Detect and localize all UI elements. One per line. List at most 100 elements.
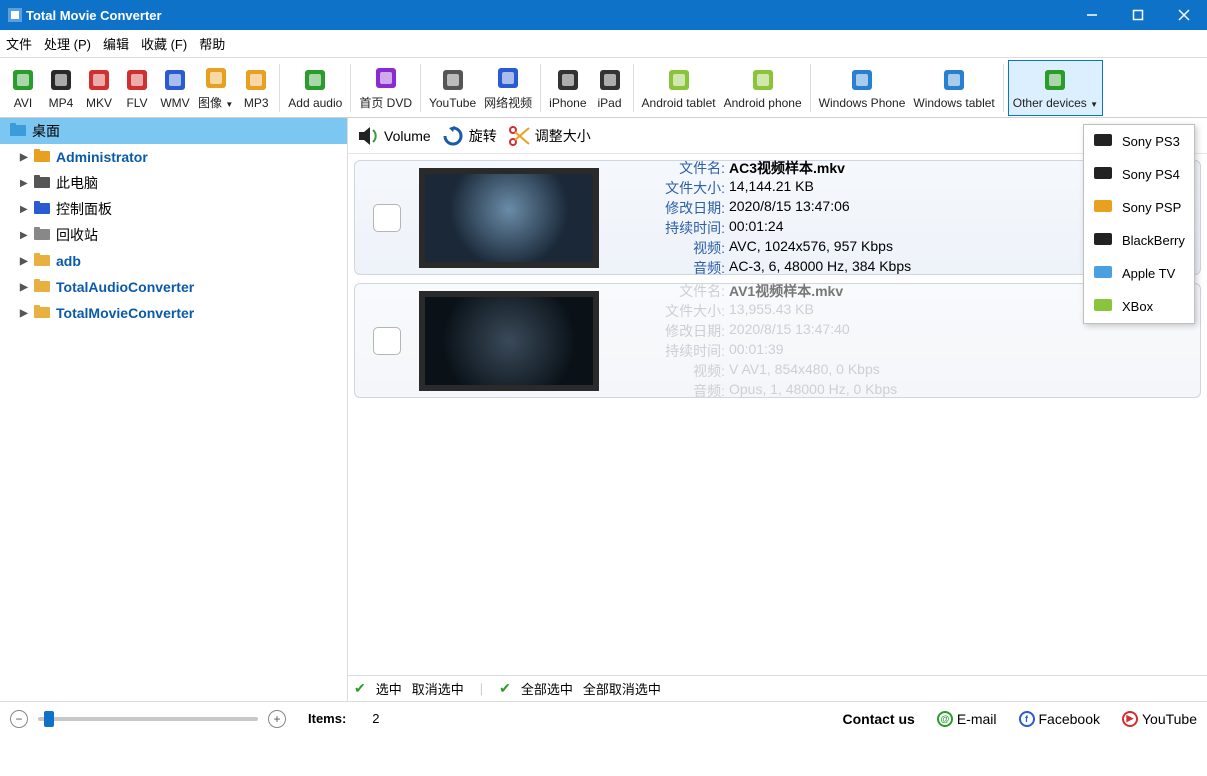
- mp4-icon: [47, 66, 75, 94]
- youtube-link[interactable]: ▶YouTube: [1122, 711, 1197, 727]
- video-thumbnail: [419, 168, 599, 268]
- tree-item-1[interactable]: ▶Administrator: [0, 144, 347, 170]
- tool-iphone[interactable]: iPhone: [545, 60, 590, 116]
- resize-button[interactable]: 调整大小: [507, 124, 591, 148]
- rotate-label: 旋转: [469, 126, 497, 146]
- select-button[interactable]: 选中: [376, 679, 402, 698]
- wintab-icon: [940, 66, 968, 94]
- folder-icon: [34, 279, 52, 295]
- zoom-in-button[interactable]: +: [268, 710, 286, 728]
- file-card[interactable]: 文件名:AV1视频样本.mkv 文件大小:13,955.43 KB 修改日期:2…: [354, 283, 1201, 398]
- tool-flv[interactable]: FLV: [118, 60, 156, 116]
- device-icon: [1092, 165, 1116, 185]
- dropdown-item-sony-ps4[interactable]: Sony PS4: [1084, 158, 1194, 191]
- menu-help[interactable]: 帮助: [199, 34, 225, 53]
- tool-mp3[interactable]: MP3: [237, 60, 275, 116]
- tree-item-7[interactable]: ▶TotalMovieConverter: [0, 300, 347, 326]
- unselect-all-button[interactable]: 全部取消选中: [583, 679, 661, 698]
- zoom-slider[interactable]: [38, 717, 258, 721]
- dropdown-item-sony-psp[interactable]: Sony PSP: [1084, 191, 1194, 224]
- tool-otherdev[interactable]: Other devices ▼: [1008, 60, 1103, 116]
- unselect-button[interactable]: 取消选中: [412, 679, 464, 698]
- volume-label: Volume: [384, 128, 431, 144]
- image-icon: [202, 64, 230, 92]
- tool-avi[interactable]: AVI: [4, 60, 42, 116]
- volume-button[interactable]: Volume: [356, 124, 431, 148]
- tool-winphone[interactable]: Windows Phone: [815, 60, 910, 116]
- other-devices-dropdown: Sony PS3Sony PS4Sony PSPBlackBerryApple …: [1083, 124, 1195, 324]
- device-icon: [1092, 264, 1116, 284]
- expand-arrow-icon: ▶: [20, 178, 34, 189]
- tool-webvideo[interactable]: 网络视频: [480, 60, 536, 116]
- avi-icon: [9, 66, 37, 94]
- youtube-icon: [439, 66, 467, 94]
- items-count: 2: [372, 711, 379, 726]
- expand-arrow-icon: ▶: [20, 308, 34, 319]
- tool-youtube[interactable]: YouTube: [425, 60, 480, 116]
- contact-us-link[interactable]: Contact us: [842, 711, 914, 727]
- pc-icon: [34, 175, 52, 191]
- scissors-icon: [507, 124, 531, 148]
- menu-process[interactable]: 处理 (P): [44, 34, 91, 53]
- tool-andphone[interactable]: Android phone: [720, 60, 806, 116]
- maximize-button[interactable]: [1115, 0, 1161, 30]
- tree-item-5[interactable]: ▶adb: [0, 248, 347, 274]
- mp3-icon: [242, 66, 270, 94]
- file-card[interactable]: 文件名:AC3视频样本.mkv 文件大小:14,144.21 KB 修改日期:2…: [354, 160, 1201, 275]
- expand-arrow-icon: ▶: [20, 256, 34, 267]
- webvideo-icon: [494, 64, 522, 92]
- file-metadata: 文件名:AV1视频样本.mkv 文件大小:13,955.43 KB 修改日期:2…: [659, 281, 897, 401]
- recycle-icon: [34, 227, 52, 243]
- tool-wintab[interactable]: Windows tablet: [909, 60, 998, 116]
- tool-ipad[interactable]: iPad: [591, 60, 629, 116]
- tree-item-4[interactable]: ▶回收站: [0, 222, 347, 248]
- control-icon: [34, 201, 52, 217]
- email-link[interactable]: @E-mail: [937, 711, 997, 727]
- dropdown-item-xbox[interactable]: XBox: [1084, 290, 1194, 323]
- dropdown-item-sony-ps3[interactable]: Sony PS3: [1084, 125, 1194, 158]
- video-thumbnail: [419, 291, 599, 391]
- speaker-icon: [356, 124, 380, 148]
- andtab-icon: [665, 66, 693, 94]
- close-button[interactable]: [1161, 0, 1207, 30]
- file-checkbox[interactable]: [373, 327, 401, 355]
- facebook-link[interactable]: fFacebook: [1019, 711, 1100, 727]
- tool-homedvd[interactable]: 首页 DVD: [355, 60, 416, 116]
- dropdown-item-apple-tv[interactable]: Apple TV: [1084, 257, 1194, 290]
- file-metadata: 文件名:AC3视频样本.mkv 文件大小:14,144.21 KB 修改日期:2…: [659, 158, 911, 278]
- folder-tree-sidebar: 桌面▶Administrator▶此电脑▶控制面板▶回收站▶adb▶TotalA…: [0, 118, 348, 701]
- winphone-icon: [848, 66, 876, 94]
- menu-file[interactable]: 文件: [6, 34, 32, 53]
- tree-item-3[interactable]: ▶控制面板: [0, 196, 347, 222]
- flv-icon: [123, 66, 151, 94]
- menu-edit[interactable]: 编辑: [103, 34, 129, 53]
- app-icon: [8, 8, 22, 22]
- zoom-out-button[interactable]: −: [10, 710, 28, 728]
- check-icon: ✔: [354, 680, 366, 697]
- otherdev-icon: [1041, 66, 1069, 94]
- rotate-button[interactable]: 旋转: [441, 124, 497, 148]
- addaudio-icon: [301, 66, 329, 94]
- menubar: 文件 处理 (P) 编辑 收藏 (F) 帮助: [0, 30, 1207, 58]
- resize-label: 调整大小: [535, 126, 591, 146]
- homedvd-icon: [372, 64, 400, 92]
- tool-mkv[interactable]: MKV: [80, 60, 118, 116]
- tree-item-2[interactable]: ▶此电脑: [0, 170, 347, 196]
- tree-item-6[interactable]: ▶TotalAudioConverter: [0, 274, 347, 300]
- tool-andtab[interactable]: Android tablet: [638, 60, 720, 116]
- menu-favorites[interactable]: 收藏 (F): [141, 34, 187, 53]
- file-list: 文件名:AC3视频样本.mkv 文件大小:14,144.21 KB 修改日期:2…: [348, 154, 1207, 675]
- tool-wmv[interactable]: WMV: [156, 60, 194, 116]
- titlebar: Total Movie Converter: [0, 0, 1207, 30]
- select-all-button[interactable]: 全部选中: [521, 679, 573, 698]
- minimize-button[interactable]: [1069, 0, 1115, 30]
- andphone-icon: [749, 66, 777, 94]
- main-toolbar: Volume 旋转 调整大小: [348, 118, 1207, 154]
- tree-item-0[interactable]: 桌面: [0, 118, 347, 144]
- file-checkbox[interactable]: [373, 204, 401, 232]
- window-title: Total Movie Converter: [26, 8, 1069, 23]
- tool-image[interactable]: 图像 ▼: [194, 60, 237, 116]
- tool-mp4[interactable]: MP4: [42, 60, 80, 116]
- dropdown-item-blackberry[interactable]: BlackBerry: [1084, 224, 1194, 257]
- tool-addaudio[interactable]: Add audio: [284, 60, 346, 116]
